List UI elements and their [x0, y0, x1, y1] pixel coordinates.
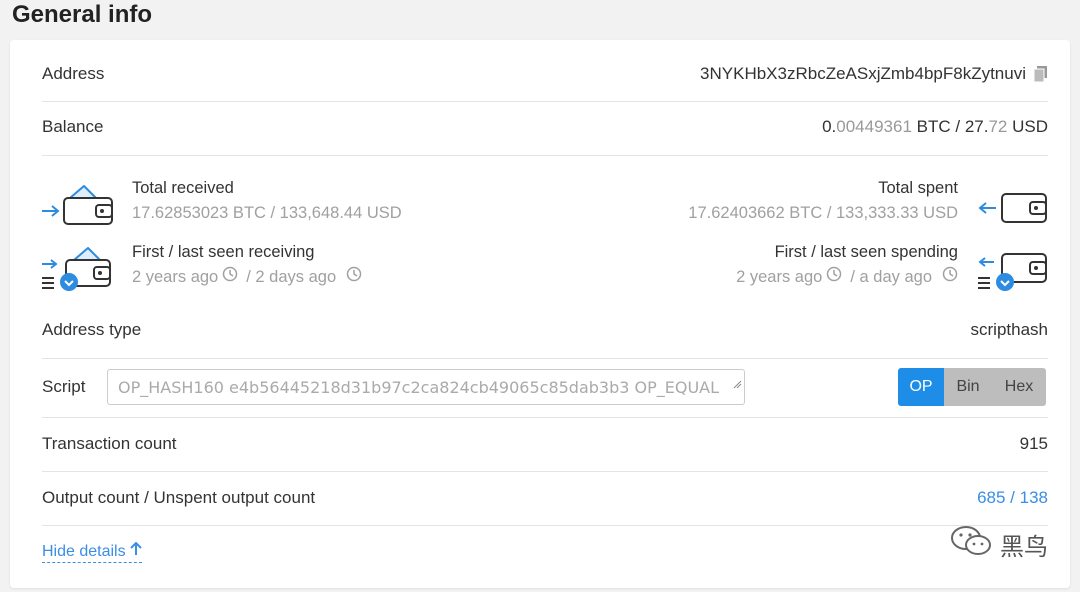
- clock-icon: [942, 264, 958, 290]
- clock-icon: [346, 264, 362, 290]
- divider: [42, 471, 1048, 472]
- total-received: Total received 17.62853023 BTC / 133,648…: [132, 176, 402, 226]
- total-spent-value: 17.62403662 BTC / 133,333.33 USD: [688, 204, 958, 222]
- divider: [42, 155, 1048, 156]
- hide-details-link[interactable]: Hide details: [42, 541, 142, 563]
- script-value: OP_HASH160 e4b56445218d31b97c2ca824cb490…: [118, 378, 720, 397]
- transaction-count-row: Transaction count 915: [42, 424, 1048, 464]
- address-label: Address: [42, 64, 105, 83]
- address-row: Address 3NYKHbX3zRbcZeASxjZmb4bpF8kZytnu…: [42, 54, 1048, 94]
- total-received-value: 17.62853023 BTC / 133,648.44 USD: [132, 204, 402, 222]
- wallet-spending-icon: [976, 248, 1050, 299]
- total-spent-label: Total spent: [878, 179, 958, 197]
- address-type-label: Address type: [42, 320, 142, 339]
- format-bin-button[interactable]: Bin: [944, 368, 992, 406]
- wallet-out-icon: [976, 190, 1050, 231]
- script-label-row: Script: [42, 367, 102, 407]
- clock-icon: [826, 264, 842, 290]
- general-info-card: Address 3NYKHbX3zRbcZeASxjZmb4bpF8kZytnu…: [10, 40, 1070, 588]
- address-value[interactable]: 3NYKHbX3zRbcZeASxjZmb4bpF8kZytnuvi: [700, 64, 1026, 84]
- watermark-text: 黑鸟: [1000, 534, 1048, 561]
- wallet-receiving-icon: [40, 242, 114, 299]
- total-received-label: Total received: [132, 179, 234, 197]
- arrow-up-icon: [129, 541, 142, 561]
- divider: [42, 358, 1048, 359]
- address-type-row: Address type scripthash: [42, 310, 1048, 350]
- unspent-count-link[interactable]: 138: [1020, 488, 1048, 507]
- watermark: 黑鸟: [950, 524, 1048, 565]
- page-title: General info: [12, 1, 153, 28]
- divider: [42, 525, 1048, 526]
- transaction-count-value: 915: [1019, 434, 1048, 453]
- output-count-label: Output count / Unspent output count: [42, 488, 316, 507]
- receiving-seen-label: First / last seen receiving: [132, 243, 315, 261]
- output-count-link[interactable]: 685: [977, 488, 1005, 507]
- output-count-row: Output count / Unspent output count 685 …: [42, 488, 1048, 507]
- total-spent: Total spent 17.62403662 BTC / 133,333.33…: [688, 176, 958, 226]
- wallet-in-icon: [40, 180, 114, 231]
- receiving-first-seen: 2 years ago: [132, 268, 219, 286]
- format-hex-button[interactable]: Hex: [992, 368, 1046, 406]
- balance-row: Balance 0.00449361 BTC / 27.72 USD: [42, 107, 1048, 147]
- spending-seen: First / last seen spending 2 years ago /…: [736, 240, 958, 290]
- balance-value: 0.00449361 BTC / 27.72 USD: [822, 117, 1048, 136]
- copy-icon[interactable]: [1033, 66, 1048, 83]
- format-op-button[interactable]: OP: [898, 368, 944, 406]
- balance-label: Balance: [42, 117, 104, 136]
- receiving-seen: First / last seen receiving 2 years ago …: [132, 240, 362, 290]
- transaction-count-label: Transaction count: [42, 434, 177, 453]
- clock-icon: [222, 264, 238, 290]
- spending-last-seen: / a day ago: [850, 268, 932, 286]
- receiving-last-seen: / 2 days ago: [246, 268, 337, 286]
- script-textarea[interactable]: OP_HASH160 e4b56445218d31b97c2ca824cb490…: [107, 369, 745, 405]
- wechat-icon: [950, 524, 992, 565]
- script-label: Script: [42, 377, 86, 396]
- resize-grip-icon[interactable]: [732, 370, 742, 402]
- divider: [42, 101, 1048, 102]
- address-type-value: scripthash: [970, 320, 1048, 339]
- script-format-toggle: OP Bin Hex: [898, 368, 1046, 406]
- spending-seen-label: First / last seen spending: [774, 243, 958, 261]
- divider: [42, 417, 1048, 418]
- spending-first-seen: 2 years ago: [736, 268, 823, 286]
